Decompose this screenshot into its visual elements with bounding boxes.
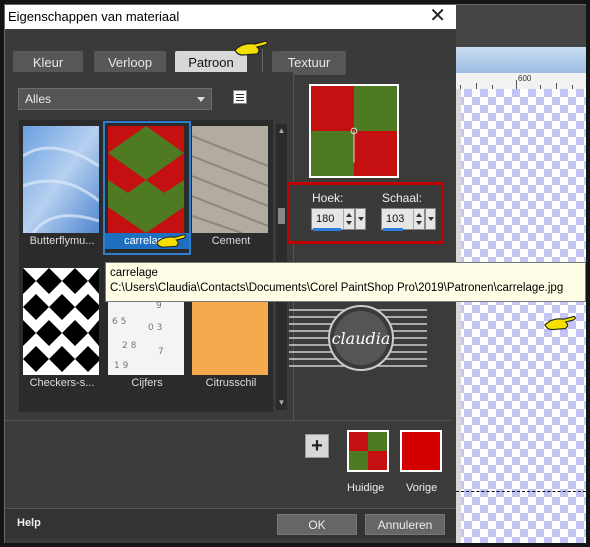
scroll-up-icon[interactable]: ▲ bbox=[277, 126, 286, 135]
add-swatch-button[interactable]: + bbox=[305, 434, 329, 458]
previous-swatch[interactable] bbox=[400, 430, 442, 472]
current-swatch-label: Huidige bbox=[347, 482, 385, 494]
help-link[interactable]: Help bbox=[17, 517, 41, 529]
scale-dropdown[interactable] bbox=[425, 208, 436, 230]
svg-text:claudia: claudia bbox=[332, 329, 391, 348]
selection-marquee bbox=[456, 491, 586, 492]
cancel-button[interactable]: Annuleren bbox=[365, 514, 445, 535]
angle-stepper[interactable] bbox=[343, 209, 354, 229]
dialog-footer: Help OK Annuleren bbox=[5, 508, 456, 539]
current-swatch[interactable] bbox=[347, 430, 389, 472]
previous-swatch-label: Vorige bbox=[406, 482, 438, 494]
pattern-item-checkers[interactable]: Checkers-s... bbox=[20, 265, 104, 395]
ruler-mark-label: 600 bbox=[518, 74, 532, 83]
ok-button[interactable]: OK bbox=[277, 514, 357, 535]
background-toolbar bbox=[456, 5, 586, 47]
svg-text:6 5: 6 5 bbox=[112, 317, 126, 327]
scale-value: 103 bbox=[386, 213, 405, 225]
svg-text:7: 7 bbox=[158, 347, 164, 357]
svg-text:1 9: 1 9 bbox=[114, 361, 129, 371]
scroll-thumb[interactable] bbox=[278, 208, 285, 224]
dialog-title: Eigenschappen van materiaal bbox=[8, 9, 180, 24]
pointing-hand-icon bbox=[234, 40, 268, 56]
svg-text:0 3: 0 3 bbox=[148, 323, 162, 333]
pattern-item-butterflymu[interactable]: Butterflymu... bbox=[20, 123, 104, 253]
menu-icon[interactable] bbox=[233, 90, 247, 104]
horizontal-ruler: 600 bbox=[456, 73, 586, 90]
pattern-thumb-carrelage bbox=[108, 126, 184, 233]
pointing-hand-icon bbox=[544, 315, 576, 331]
pattern-tooltip: carrelage C:\Users\Claudia\Contacts\Docu… bbox=[105, 262, 586, 302]
angle-dropdown[interactable] bbox=[355, 208, 366, 230]
pattern-label: Checkers-s... bbox=[29, 377, 95, 389]
pattern-label: Citrusschil bbox=[205, 377, 257, 389]
category-select[interactable]: Alles bbox=[18, 88, 212, 110]
pattern-label: Cement bbox=[211, 235, 251, 247]
svg-text:9: 9 bbox=[156, 301, 162, 311]
chevron-down-icon bbox=[197, 97, 205, 102]
canvas-edge bbox=[456, 89, 461, 543]
close-icon[interactable]: ✕ bbox=[429, 5, 446, 27]
pattern-thumb-butterflymu bbox=[23, 126, 99, 233]
title-bar: Eigenschappen van materiaal ✕ bbox=[5, 5, 456, 30]
scroll-down-icon[interactable]: ▼ bbox=[277, 398, 286, 407]
tooltip-path: C:\Users\Claudia\Contacts\Documents\Core… bbox=[110, 282, 564, 294]
pattern-preview[interactable] bbox=[309, 84, 399, 178]
background-blue-strip bbox=[456, 47, 586, 73]
section-divider bbox=[5, 420, 451, 421]
pattern-thumb-cement bbox=[192, 126, 268, 233]
scale-stepper[interactable] bbox=[413, 209, 424, 229]
category-select-value: Alles bbox=[25, 92, 52, 106]
pattern-label: Cijfers bbox=[131, 377, 163, 389]
tab-bar: Kleur Verloop Patroon Textuur bbox=[5, 29, 456, 77]
pointing-hand-icon bbox=[156, 234, 186, 248]
pattern-thumb-checkers bbox=[23, 268, 99, 375]
angle-slider-bar[interactable] bbox=[313, 228, 341, 231]
angle-label: Hoek: bbox=[312, 191, 344, 205]
angle-value: 180 bbox=[316, 213, 335, 225]
scale-slider-bar[interactable] bbox=[383, 228, 403, 231]
angle-field[interactable]: 180 bbox=[311, 208, 366, 230]
pattern-item-cement[interactable]: Cement bbox=[189, 123, 273, 253]
claudia-logo: claudia bbox=[289, 305, 427, 371]
svg-text:2 8: 2 8 bbox=[122, 341, 137, 351]
pattern-label: Butterflymu... bbox=[29, 235, 95, 247]
scale-label: Schaal: bbox=[382, 191, 423, 205]
scale-field[interactable]: 103 bbox=[381, 208, 436, 230]
tooltip-name: carrelage bbox=[110, 267, 158, 279]
